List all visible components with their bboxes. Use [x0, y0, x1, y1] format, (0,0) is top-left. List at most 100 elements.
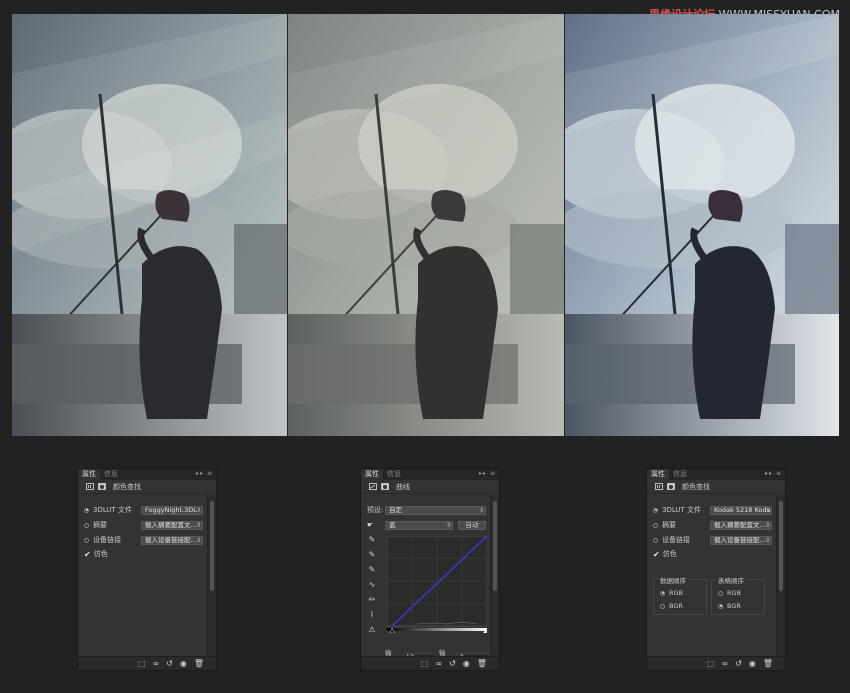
- photo-kodak-lut: [565, 14, 839, 436]
- scrollbar[interactable]: [207, 495, 216, 656]
- table-order-bgr-label: BGR: [727, 602, 741, 610]
- dither-checkbox[interactable]: ✔: [653, 550, 660, 559]
- visibility-icon[interactable]: ◉: [180, 659, 187, 668]
- data-order-rgb-radio[interactable]: [660, 590, 665, 596]
- panel-menu-icon[interactable]: ▸▸ ≡: [196, 470, 213, 477]
- panel-menu-icon[interactable]: ▸▸ ≡: [765, 470, 782, 477]
- lut-file-radio[interactable]: [84, 507, 89, 513]
- lut-file-row[interactable]: 3DLUT 文件 FoggyNight.3DL: [84, 505, 203, 515]
- channel-row: ☛ 蓝 自动: [367, 520, 486, 530]
- scrollbar[interactable]: [776, 495, 785, 656]
- data-order-bgr-radio[interactable]: [660, 603, 665, 609]
- channel-dropdown[interactable]: 蓝: [385, 520, 453, 530]
- device-link-radio[interactable]: [653, 537, 658, 543]
- abstract-label: 摘要: [93, 521, 107, 529]
- abstract-radio[interactable]: [653, 522, 658, 528]
- table-order-title: 表格顺序: [716, 575, 746, 585]
- dither-row[interactable]: ✔ 仿色: [84, 549, 203, 559]
- preset-dropdown[interactable]: 自定: [385, 505, 486, 515]
- abstract-radio[interactable]: [84, 522, 89, 528]
- panel-header: 颜色查找: [647, 480, 785, 494]
- abstract-row[interactable]: 摘要 载入摘要配置文...: [84, 520, 203, 530]
- tab-info[interactable]: 信息: [100, 469, 122, 480]
- panel-tabbar: 属性 信息 ▸▸ ≡: [78, 469, 216, 480]
- pencil-tool-icon[interactable]: ✏: [367, 595, 377, 610]
- trash-icon[interactable]: 🗑: [477, 659, 487, 668]
- link-icon[interactable]: ∞: [152, 659, 159, 668]
- scroll-thumb[interactable]: [779, 501, 783, 591]
- panel-header: 颜色查找: [78, 480, 216, 494]
- curve-graph[interactable]: [387, 536, 487, 633]
- curve-point-tool-icon[interactable]: ∿: [367, 580, 377, 595]
- smooth-icon[interactable]: ⌇: [367, 610, 377, 625]
- visibility-icon[interactable]: ◉: [749, 659, 756, 668]
- table-order-bgr-radio[interactable]: [718, 603, 723, 609]
- photo-foggy-lut: [288, 14, 564, 436]
- data-order-rgb[interactable]: RGB: [660, 589, 683, 597]
- abstract-dropdown[interactable]: 载入摘要配置文...: [710, 520, 772, 530]
- abstract-dropdown[interactable]: 载入摘要配置文...: [141, 520, 203, 530]
- device-link-radio[interactable]: [84, 537, 89, 543]
- gray-eyedropper-icon[interactable]: ✎: [367, 550, 377, 565]
- hand-tool-icon[interactable]: ☛: [367, 521, 385, 529]
- trash-icon[interactable]: 🗑: [763, 659, 773, 668]
- reset-icon[interactable]: ↺: [166, 659, 173, 668]
- tab-info[interactable]: 信息: [383, 469, 405, 480]
- dither-row[interactable]: ✔ 仿色: [653, 549, 772, 559]
- table-order-rgb[interactable]: RGB: [718, 589, 741, 597]
- black-eyedropper-icon[interactable]: ✎: [367, 535, 377, 550]
- panel-title: 颜色查找: [113, 482, 141, 491]
- clip-to-layer-icon[interactable]: ⬚: [138, 659, 146, 668]
- white-eyedropper-icon[interactable]: ✎: [367, 565, 377, 580]
- mask-icon[interactable]: [381, 483, 389, 490]
- device-link-dropdown[interactable]: 载入设备链接配...: [710, 535, 772, 545]
- tab-properties[interactable]: 属性: [361, 469, 383, 480]
- link-icon[interactable]: ∞: [435, 659, 442, 668]
- data-order-bgr[interactable]: BGR: [660, 602, 683, 610]
- tab-properties[interactable]: 属性: [647, 469, 669, 480]
- panel-tabbar: 属性 信息 ▸▸ ≡: [361, 469, 499, 480]
- preset-label: 预设:: [367, 506, 384, 514]
- data-order-group: 数据顺序 RGB BGR: [653, 575, 707, 615]
- dither-label: 仿色: [93, 550, 108, 558]
- table-order-bgr[interactable]: BGR: [718, 602, 741, 610]
- data-order-rgb-label: RGB: [669, 589, 684, 597]
- dither-checkbox[interactable]: ✔: [84, 550, 91, 559]
- link-icon[interactable]: ∞: [721, 659, 728, 668]
- auto-button[interactable]: 自动: [458, 520, 486, 530]
- lut-file-row[interactable]: 3DLUT 文件 Kodak 5218 Kodak...: [653, 505, 772, 515]
- lut-file-dropdown[interactable]: FoggyNight.3DL: [141, 505, 203, 515]
- scrollbar[interactable]: [490, 495, 499, 656]
- trash-icon[interactable]: 🗑: [194, 659, 204, 668]
- abstract-label: 摘要: [662, 521, 676, 529]
- input-gradient-bar: [387, 628, 487, 631]
- mask-icon[interactable]: [98, 483, 106, 490]
- abstract-row[interactable]: 摘要 载入摘要配置文...: [653, 520, 772, 530]
- device-link-dropdown[interactable]: 载入设备链接配...: [141, 535, 203, 545]
- lut-file-dropdown[interactable]: Kodak 5218 Kodak...: [710, 505, 772, 515]
- preset-row: 预设: 自定: [367, 505, 486, 515]
- panel-menu-icon[interactable]: ▸▸ ≡: [479, 470, 496, 477]
- lut-file-label: 3DLUT 文件: [662, 506, 702, 514]
- device-link-row[interactable]: 设备链接 载入设备链接配...: [84, 535, 203, 545]
- clip-to-layer-icon[interactable]: ⬚: [707, 659, 715, 668]
- lut-file-label: 3DLUT 文件: [93, 506, 133, 514]
- visibility-icon[interactable]: ◉: [463, 659, 470, 668]
- mask-icon[interactable]: [667, 483, 675, 490]
- scroll-thumb[interactable]: [210, 501, 214, 591]
- panel-footer: ⬚ ∞ ↺ ◉ 🗑: [647, 656, 785, 670]
- clip-to-layer-icon[interactable]: ⬚: [421, 659, 429, 668]
- tab-properties[interactable]: 属性: [78, 469, 100, 480]
- data-order-title: 数据顺序: [658, 575, 688, 585]
- scroll-thumb[interactable]: [493, 501, 497, 591]
- lut-file-radio[interactable]: [653, 507, 658, 513]
- device-link-row[interactable]: 设备链接 载入设备链接配...: [653, 535, 772, 545]
- tab-info[interactable]: 信息: [669, 469, 691, 480]
- clipping-warning-icon[interactable]: ⚠: [367, 625, 377, 640]
- device-link-label: 设备链接: [662, 536, 690, 544]
- reset-icon[interactable]: ↺: [735, 659, 742, 668]
- table-order-rgb-radio[interactable]: [718, 590, 723, 596]
- reset-icon[interactable]: ↺: [449, 659, 456, 668]
- properties-panel-curves: 属性 信息 ▸▸ ≡ 曲线 预设: 自定 ☛ 蓝 自动 ✎ ✎ ✎ ∿ ✏ ⌇ …: [360, 468, 500, 671]
- panel-tabbar: 属性 信息 ▸▸ ≡: [647, 469, 785, 480]
